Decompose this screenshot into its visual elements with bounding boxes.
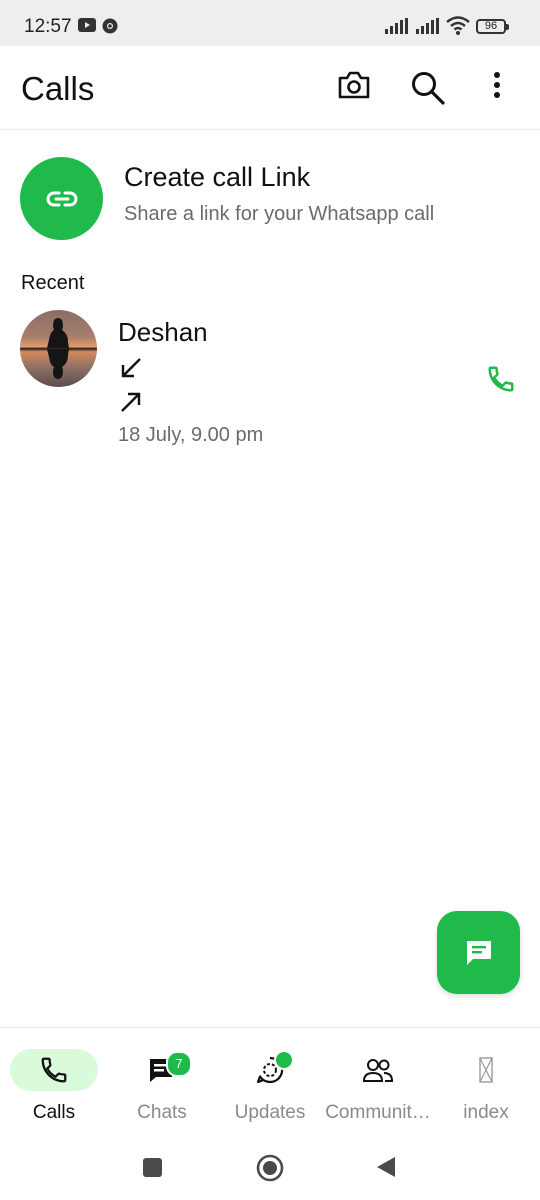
- create-call-link-row[interactable]: Create call Link Share a link for your W…: [0, 150, 540, 250]
- index-icon: [479, 1057, 493, 1083]
- link-icon-circle: [20, 157, 103, 240]
- more-vert-icon[interactable]: [492, 70, 502, 100]
- back-button[interactable]: [375, 1155, 397, 1179]
- call-log-row[interactable]: Deshan 18 July, 9.00 pm: [0, 300, 540, 460]
- nav-item-index[interactable]: index: [432, 1028, 540, 1128]
- nav-label-index: index: [463, 1102, 509, 1123]
- signal-icon: [385, 18, 408, 34]
- camera-icon[interactable]: [337, 70, 371, 100]
- contact-name: Deshan: [118, 317, 208, 347]
- battery-indicator: 96: [476, 19, 509, 34]
- outgoing-call-arrow-icon: [121, 392, 141, 412]
- nav-item-communities[interactable]: Communit…: [324, 1028, 432, 1128]
- bottom-navigation: Calls 7 Chats Updates Communit… index: [0, 1027, 540, 1138]
- home-button[interactable]: [256, 1154, 284, 1182]
- communities-icon: [362, 1059, 394, 1082]
- nav-item-calls[interactable]: Calls: [0, 1028, 108, 1128]
- nav-label-calls: Calls: [32, 1102, 76, 1123]
- nav-label-updates: Updates: [234, 1102, 306, 1123]
- search-icon[interactable]: [410, 70, 446, 106]
- new-chat-icon: [466, 940, 491, 965]
- incoming-call-arrow-icon: [121, 358, 141, 378]
- recent-section-label: Recent: [21, 272, 85, 294]
- nav-label-communities: Communit…: [325, 1102, 431, 1123]
- status-bar: 12:57 96: [0, 0, 540, 46]
- youtube-icon: [78, 18, 96, 32]
- status-time: 12:57: [24, 16, 72, 37]
- phone-icon[interactable]: [486, 364, 516, 394]
- nav-item-updates[interactable]: Updates: [216, 1028, 324, 1128]
- avatar-silhouette: [47, 318, 69, 379]
- system-navigation-bar: [0, 1137, 540, 1200]
- page-title: Calls: [21, 70, 95, 107]
- create-call-link-title: Create call Link: [124, 162, 311, 192]
- wifi-icon: [446, 16, 470, 35]
- link-icon: [46, 191, 77, 206]
- new-chat-fab[interactable]: [437, 911, 520, 994]
- nav-label-chats: Chats: [137, 1102, 187, 1123]
- nav-item-chats[interactable]: 7 Chats: [108, 1028, 216, 1128]
- call-timestamp: 18 July, 9.00 pm: [118, 424, 264, 446]
- create-call-link-subtitle: Share a link for your Whatsapp call: [124, 203, 435, 225]
- chrome-icon: [102, 18, 118, 34]
- signal-icon-2: [416, 18, 439, 34]
- avatar[interactable]: [20, 310, 97, 387]
- recents-button[interactable]: [143, 1158, 162, 1177]
- app-bar: Calls: [0, 46, 540, 130]
- phone-icon: [41, 1057, 67, 1083]
- updates-dot-indicator: [274, 1050, 294, 1070]
- unread-count-badge: 7: [166, 1051, 192, 1077]
